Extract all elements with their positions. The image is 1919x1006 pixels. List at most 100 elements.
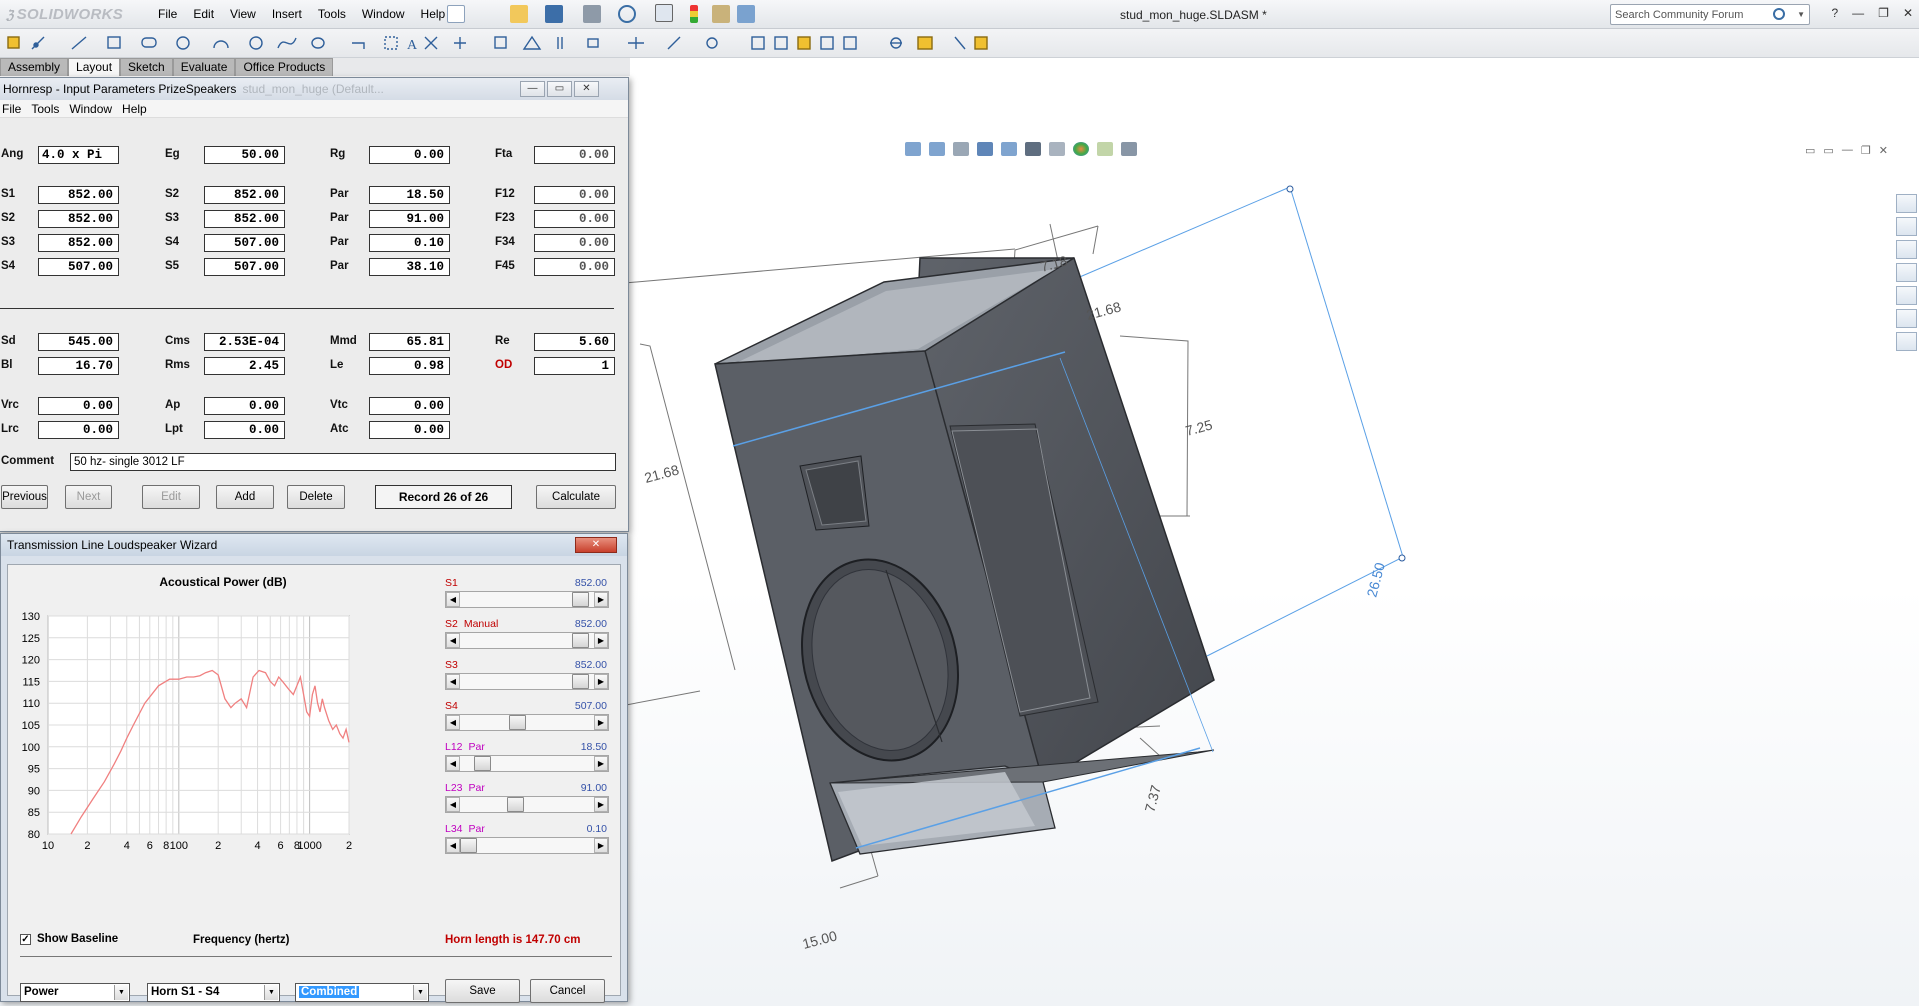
field-re[interactable]: 5.60 — [534, 333, 615, 351]
arrow-left-icon[interactable]: ◀ — [446, 633, 460, 648]
arrow-left-icon[interactable]: ◀ — [446, 674, 460, 689]
field-lrc[interactable]: 0.00 — [38, 421, 119, 439]
field-le[interactable]: 0.98 — [369, 357, 450, 375]
field-s4[interactable]: 507.00 — [204, 234, 285, 252]
menu-tools[interactable]: Tools — [26, 100, 64, 117]
slider-track[interactable]: ◀ ▶ — [445, 755, 609, 772]
search-input[interactable]: Search Community Forum ▼ — [1610, 4, 1810, 25]
hide-show-icon[interactable] — [1049, 142, 1065, 156]
restore-button[interactable]: ❐ — [1861, 144, 1871, 157]
slider-track[interactable]: ◀ ▶ — [445, 591, 609, 608]
slider-s4[interactable]: S4 507.00 ◀ ▶ — [445, 700, 615, 734]
appearances-icon[interactable] — [1896, 309, 1917, 328]
field-s3[interactable]: 852.00 — [204, 210, 285, 228]
restore-button[interactable]: ❐ — [1878, 6, 1889, 20]
arrow-right-icon[interactable]: ▶ — [594, 633, 608, 648]
menu-tools[interactable]: Tools — [310, 7, 354, 21]
menu-edit[interactable]: Edit — [185, 7, 222, 21]
field-par-1[interactable]: 18.50 — [369, 186, 450, 204]
field-ap[interactable]: 0.00 — [204, 397, 285, 415]
arrow-right-icon[interactable]: ▶ — [594, 674, 608, 689]
zoom-to-fit-icon[interactable] — [905, 142, 921, 156]
zoom-area-icon[interactable] — [929, 142, 945, 156]
chevron-down-icon[interactable]: ▼ — [264, 985, 278, 1000]
custom-properties-icon[interactable] — [1896, 332, 1917, 351]
slider-track[interactable]: ◀ ▶ — [445, 714, 609, 731]
add-button[interactable]: Add — [216, 485, 274, 509]
slider-s3[interactable]: S3 852.00 ◀ ▶ — [445, 659, 615, 693]
select-icon[interactable] — [655, 4, 673, 22]
slider-thumb[interactable] — [572, 633, 590, 648]
slider-s2[interactable]: S2 Manual 852.00 ◀ ▶ — [445, 618, 615, 652]
field-s3-left[interactable]: 852.00 — [38, 234, 119, 252]
open-icon[interactable] — [510, 5, 528, 23]
menu-file[interactable]: File — [150, 7, 185, 21]
slider-thumb[interactable] — [572, 592, 590, 607]
chevron-down-icon[interactable]: ▼ — [114, 985, 128, 1000]
field-sd[interactable]: 545.00 — [38, 333, 119, 351]
maximize-button[interactable]: ▭ — [547, 81, 572, 97]
field-eg[interactable]: 50.00 — [204, 146, 285, 164]
slider-thumb[interactable] — [506, 797, 524, 812]
slider-thumb[interactable] — [509, 715, 527, 730]
field-s4-left[interactable]: 507.00 — [38, 258, 119, 276]
field-fta[interactable]: 0.00 — [534, 146, 615, 164]
arrow-left-icon[interactable]: ◀ — [446, 797, 460, 812]
slider-s1[interactable]: S1 852.00 ◀ ▶ — [445, 577, 615, 611]
field-f45[interactable]: 0.00 — [534, 258, 615, 276]
arrow-right-icon[interactable]: ▶ — [594, 715, 608, 730]
speaker-cabinet[interactable] — [714, 257, 1215, 863]
field-bl[interactable]: 16.70 — [38, 357, 119, 375]
undo-icon[interactable] — [618, 5, 636, 23]
tab-office-products[interactable]: Office Products — [235, 58, 334, 76]
tab-assembly[interactable]: Assembly — [0, 58, 69, 76]
arrow-right-icon[interactable]: ▶ — [594, 756, 608, 771]
sketch-tool-icons[interactable]: A — [0, 29, 1050, 58]
menu-help[interactable]: Help — [117, 100, 152, 117]
calculate-button[interactable]: Calculate — [536, 485, 616, 509]
print-icon[interactable] — [583, 5, 601, 23]
menu-window[interactable]: Window — [64, 100, 117, 117]
field-vtc[interactable]: 0.00 — [369, 397, 450, 415]
arrow-left-icon[interactable]: ◀ — [446, 756, 460, 771]
comment-field[interactable]: 50 hz- single 3012 LF — [70, 453, 616, 471]
minimize-button[interactable]: — — [1852, 6, 1864, 20]
tab-layout[interactable]: Layout — [68, 58, 121, 76]
solidworks-logo[interactable]: ℨ SOLIDWORKS — [6, 4, 123, 25]
slider-thumb[interactable] — [460, 838, 477, 853]
mode-dropdown[interactable]: Combined ▼ — [295, 983, 429, 1002]
options-icon[interactable] — [737, 5, 755, 23]
arrow-left-icon[interactable]: ◀ — [446, 838, 460, 853]
arrow-right-icon[interactable]: ▶ — [594, 838, 608, 853]
design-library-icon[interactable] — [1896, 240, 1917, 259]
slider-l34[interactable]: L34 Par 0.10 ◀ ▶ — [445, 823, 615, 857]
save-icon[interactable] — [545, 5, 563, 23]
field-par-3[interactable]: 0.10 — [369, 234, 450, 252]
field-cms[interactable]: 2.53E-04 — [204, 333, 285, 351]
cancel-button[interactable]: Cancel — [530, 979, 605, 1003]
horn-dropdown[interactable]: Horn S1 - S4 ▼ — [147, 983, 280, 1002]
dimension-label[interactable]: 26.50 — [1363, 561, 1388, 599]
field-rms[interactable]: 2.45 — [204, 357, 285, 375]
tab-sketch[interactable]: Sketch — [120, 58, 173, 76]
close-button[interactable]: ✕ — [574, 81, 599, 97]
rebuild-icon[interactable] — [690, 5, 698, 23]
dimension-label[interactable]: 15.00 — [801, 927, 839, 952]
field-od[interactable]: 1 — [534, 357, 615, 375]
slider-track[interactable]: ◀ ▶ — [445, 837, 609, 854]
minimize-button[interactable]: — — [520, 81, 545, 97]
view-palette-icon[interactable] — [1896, 286, 1917, 305]
field-f12[interactable]: 0.00 — [534, 186, 615, 204]
close-button[interactable]: ✕ — [575, 537, 617, 553]
menu-insert[interactable]: Insert — [264, 7, 310, 21]
type-dropdown[interactable]: Power ▼ — [20, 983, 130, 1002]
field-f23[interactable]: 0.00 — [534, 210, 615, 228]
delete-button[interactable]: Delete — [287, 485, 345, 509]
wizard-title-bar[interactable]: Transmission Line Loudspeaker Wizard — [1, 534, 627, 556]
field-ang[interactable]: 4.0 x Pi — [38, 146, 119, 164]
field-par-4[interactable]: 38.10 — [369, 258, 450, 276]
field-rg[interactable]: 0.00 — [369, 146, 450, 164]
section-view-icon[interactable] — [977, 142, 993, 156]
dimension-label[interactable]: 21.68 — [643, 461, 681, 486]
tab-evaluate[interactable]: Evaluate — [172, 58, 236, 76]
